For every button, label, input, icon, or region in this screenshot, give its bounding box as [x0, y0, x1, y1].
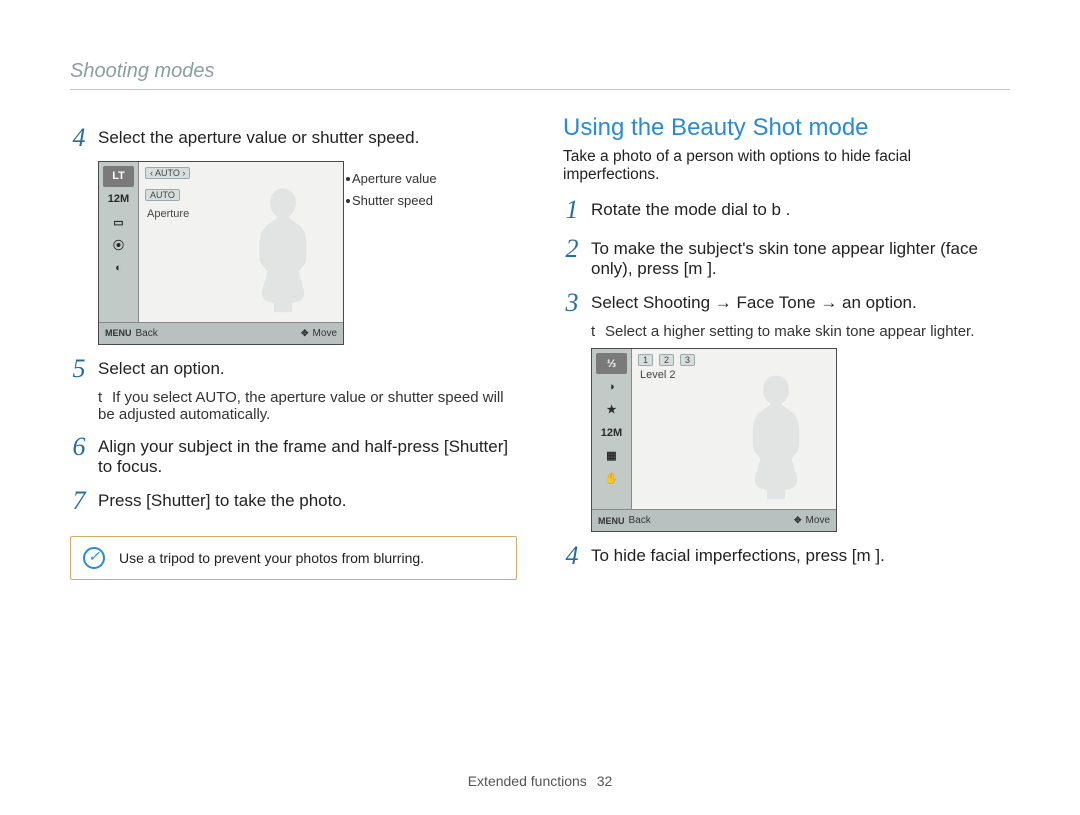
screen-sidebar: LT 12M ▭ ⦿ ◐ — [99, 162, 139, 322]
sidebar-icon: ⦿ — [103, 235, 134, 256]
footer-back: Back — [629, 515, 651, 526]
step-text: Press [Shutter] to take the photo. — [98, 487, 347, 516]
sidebar-icon: ★ — [596, 399, 627, 420]
sidebar-icon: ◑ — [596, 376, 627, 397]
annotation-shutter-speed: Shutter speed — [352, 193, 433, 208]
tip-box: ✓ Use a tripod to prevent your photos fr… — [70, 536, 517, 580]
step-5-subnote: tIf you select AUTO, the aperture value … — [98, 389, 517, 423]
screen-sidebar: ⅓ ◑ ★ 12M ▦ ✋ — [592, 349, 632, 509]
menu-icon: MENU — [105, 328, 132, 338]
level-label: Level 2 — [640, 369, 675, 381]
step-text: Select Shooting → Face Tone → an option. — [591, 289, 917, 318]
sidebar-icon: ▦ — [596, 445, 627, 466]
screen-canvas: 1 2 3 Level 2 — [632, 349, 836, 509]
screen-footer: MENU Back ✥ Move — [592, 509, 836, 531]
info-icon: ✓ — [83, 547, 105, 569]
sidebar-icon: ✋ — [596, 468, 627, 489]
level-pill: 2 — [659, 354, 674, 366]
step-text: To make the subject's skin tone appear l… — [591, 235, 1010, 279]
camera-screen-beauty: ⅓ ◑ ★ 12M ▦ ✋ 1 2 3 — [591, 348, 837, 532]
sidebar-icon: ◐ — [103, 258, 134, 279]
step-number: 2 — [563, 235, 581, 279]
sidebar-icon: ⅓ — [596, 353, 627, 374]
step-r3: 3 Select Shooting → Face Tone → an optio… — [563, 289, 1010, 318]
step-text: Select an option. — [98, 355, 225, 384]
footer-text: Extended functions — [468, 773, 587, 789]
annotation-aperture-value: Aperture value — [352, 171, 437, 186]
step-6: 6 Align your subject in the frame and ha… — [70, 433, 517, 477]
camera-screen-aperture: LT 12M ▭ ⦿ ◐ ‹ AUTO › AUTO Aperture — [98, 161, 344, 345]
step-7: 7 Press [Shutter] to take the photo. — [70, 487, 517, 516]
screen-footer: MENU Back ✥ Move — [99, 322, 343, 344]
step-number: 7 — [70, 487, 88, 516]
step-number: 6 — [70, 433, 88, 477]
step-number: 4 — [70, 124, 88, 153]
menu-icon: MENU — [598, 516, 625, 526]
step-text: Align your subject in the frame and half… — [98, 433, 517, 477]
section-header: Shooting modes — [70, 60, 1010, 90]
tip-text: Use a tripod to prevent your photos from… — [119, 550, 424, 566]
step-number: 3 — [563, 289, 581, 318]
step-r1: 1 Rotate the mode dial to b . — [563, 196, 1010, 225]
screen-canvas: ‹ AUTO › AUTO Aperture — [139, 162, 343, 322]
aperture-label: Aperture — [147, 208, 189, 220]
page-footer: Extended functions 32 — [0, 773, 1080, 789]
move-icon: ✥ — [794, 515, 802, 526]
step-number: 1 — [563, 196, 581, 225]
step-4: 4 Select the aperture value or shutter s… — [70, 124, 517, 153]
move-icon: ✥ — [301, 328, 309, 339]
page-number: 32 — [597, 773, 613, 789]
step-r4: 4 To hide facial imperfections, press [m… — [563, 542, 1010, 571]
level-pill: 1 — [638, 354, 653, 366]
sidebar-icon: LT — [103, 166, 134, 187]
beauty-shot-heading: Using the Beauty Shot mode — [563, 114, 1010, 142]
step-number: 5 — [70, 355, 88, 384]
step-number: 4 — [563, 542, 581, 571]
step-text: To hide facial imperfections, press [m ]… — [591, 542, 885, 571]
sidebar-icon: 12M — [103, 189, 134, 210]
step-r2: 2 To make the subject's skin tone appear… — [563, 235, 1010, 279]
auto-pill: ‹ AUTO › — [145, 167, 190, 179]
footer-back: Back — [136, 328, 158, 339]
step-r3-subnote: tSelect a higher setting to make skin to… — [591, 323, 1010, 340]
step-text: Select the aperture value or shutter spe… — [98, 124, 419, 153]
right-column: Using the Beauty Shot mode Take a photo … — [563, 114, 1010, 580]
beauty-shot-intro: Take a photo of a person with options to… — [563, 148, 1010, 184]
sidebar-icon: 12M — [596, 422, 627, 443]
step-text: Rotate the mode dial to b . — [591, 196, 790, 225]
left-column: 4 Select the aperture value or shutter s… — [70, 114, 517, 580]
person-silhouette-icon — [736, 373, 816, 503]
footer-move: Move — [313, 328, 337, 339]
footer-move: Move — [806, 515, 830, 526]
sidebar-icon: ▭ — [103, 212, 134, 233]
person-silhouette-icon — [243, 186, 323, 316]
aperture-screen-wrap: LT 12M ▭ ⦿ ◐ ‹ AUTO › AUTO Aperture — [70, 161, 517, 345]
step-5: 5 Select an option. — [70, 355, 517, 384]
auto-pill: AUTO — [145, 189, 180, 201]
level-pill: 3 — [680, 354, 695, 366]
